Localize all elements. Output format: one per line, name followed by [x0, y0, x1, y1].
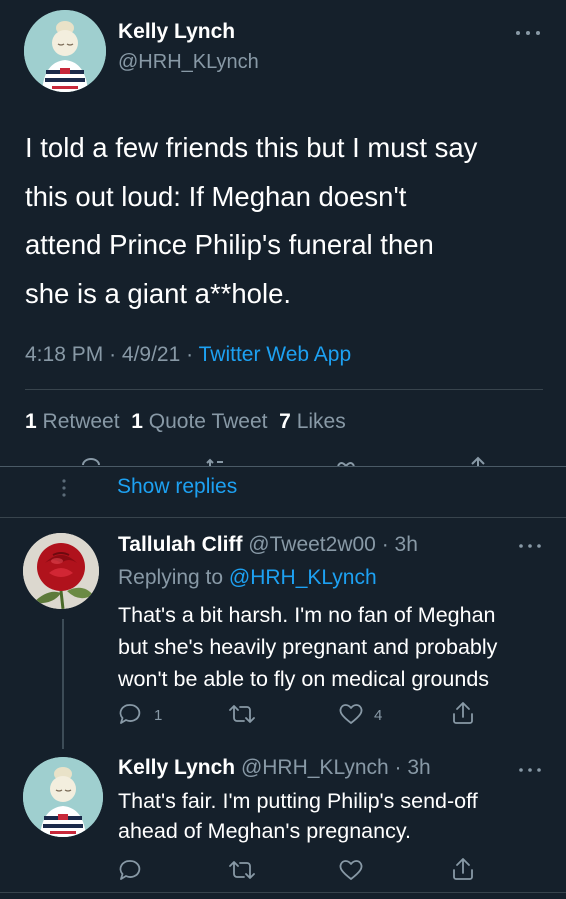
reply-text-line: That's a bit harsh. I'm no fan of Meghan: [118, 603, 496, 627]
reply-text-line: ahead of Meghan's pregnancy.: [118, 819, 411, 843]
quotes-count: 1: [131, 410, 143, 433]
reply-author-name[interactable]: Tallulah Cliff: [118, 533, 242, 556]
retweet-icon[interactable]: [228, 859, 256, 881]
replying-to-handle[interactable]: @HRH_KLynch: [229, 566, 377, 589]
divider: [0, 517, 566, 518]
reply-header: Kelly Lynch @HRH_KLynch · 3h: [118, 756, 431, 780]
like-icon[interactable]: [334, 458, 358, 466]
tweet-time[interactable]: 4:18 PM: [25, 343, 103, 366]
reply-author-handle[interactable]: @Tweet2w00: [248, 533, 376, 556]
reply-icon[interactable]: [118, 702, 142, 726]
avatar-image: [24, 10, 106, 92]
share-icon[interactable]: [467, 456, 489, 466]
reply-icon[interactable]: [80, 457, 102, 466]
meta-separator: ·: [109, 343, 117, 366]
reply-header: Tallulah Cliff @Tweet2w00 · 3h: [118, 533, 418, 557]
tweet-text-line: attend Prince Philip's funeral then: [25, 229, 434, 260]
tweet-date[interactable]: 4/9/21: [122, 343, 180, 366]
reply-author-name[interactable]: Kelly Lynch: [118, 756, 235, 779]
reply-text-line: won't be able to fly on medical grounds: [118, 667, 490, 691]
reply-time[interactable]: 3h: [407, 756, 430, 779]
tweet-metadata: 4:18 PM · 4/9/21 · Twitter Web App: [25, 343, 351, 367]
main-tweet-text: I told a few friends this but I must say…: [25, 124, 477, 318]
thread-dots-icon: [61, 478, 67, 498]
more-icon[interactable]: [518, 542, 542, 550]
divider: [0, 892, 566, 893]
meta-separator: ·: [186, 343, 194, 366]
reply-time[interactable]: 3h: [395, 533, 418, 556]
tweet-text-line: she is a giant a**hole.: [25, 277, 292, 309]
tweet-text-line: I told a few friends this but I must say: [25, 132, 478, 163]
retweet-icon[interactable]: [228, 703, 256, 725]
divider: [25, 389, 543, 390]
likes-stat[interactable]: 7 Likes: [279, 410, 346, 433]
retweets-label: Retweet: [42, 410, 120, 433]
reply-avatar[interactable]: [23, 533, 99, 609]
share-icon[interactable]: [451, 700, 475, 726]
retweets-count: 1: [25, 410, 37, 433]
reply-text-line: That's fair. I'm putting Philip's send-o…: [118, 789, 478, 813]
meta-separator: ·: [388, 756, 408, 779]
reply-author-handle[interactable]: @HRH_KLynch: [241, 756, 389, 779]
like-count: 4: [374, 707, 383, 724]
replying-to-label: Replying to: [118, 566, 224, 589]
avatar-image: [23, 757, 103, 837]
reply-text: That's fair. I'm putting Philip's send-o…: [118, 786, 478, 846]
share-icon[interactable]: [451, 856, 475, 882]
quotes-stat[interactable]: 1 Quote Tweet: [131, 410, 267, 433]
tweet-stats: 1 Retweet 1 Quote Tweet 7 Likes: [25, 410, 346, 434]
divider: [0, 466, 566, 467]
main-author-name[interactable]: Kelly Lynch: [118, 20, 235, 44]
more-icon[interactable]: [514, 28, 542, 38]
show-replies-link[interactable]: Show replies: [117, 475, 237, 499]
replying-to: Replying to @HRH_KLynch: [118, 566, 377, 590]
rose-image: [23, 533, 99, 609]
tweet-source[interactable]: Twitter Web App: [199, 343, 352, 366]
reply-avatar[interactable]: [23, 757, 103, 837]
reply-icon[interactable]: [118, 858, 142, 882]
main-author-handle[interactable]: @HRH_KLynch: [118, 51, 259, 74]
meta-separator: ·: [375, 533, 395, 556]
like-icon[interactable]: [338, 858, 364, 882]
likes-label: Likes: [296, 410, 346, 433]
retweet-icon[interactable]: [202, 458, 228, 466]
main-tweet-avatar[interactable]: [24, 10, 106, 92]
reply-text: That's a bit harsh. I'm no fan of Meghan…: [118, 599, 497, 695]
thread-connector-line: [62, 619, 64, 749]
main-action-row-clipped: [0, 455, 566, 466]
retweets-stat[interactable]: 1 Retweet: [25, 410, 120, 433]
reply-count: 1: [154, 707, 163, 724]
more-icon[interactable]: [518, 766, 542, 774]
quotes-label: Quote Tweet: [148, 410, 268, 433]
tweet-text-line: this out loud: If Meghan doesn't: [25, 180, 407, 212]
likes-count: 7: [279, 410, 291, 433]
reply-text-line: but she's heavily pregnant and probably: [118, 635, 498, 659]
like-icon[interactable]: [338, 702, 364, 726]
